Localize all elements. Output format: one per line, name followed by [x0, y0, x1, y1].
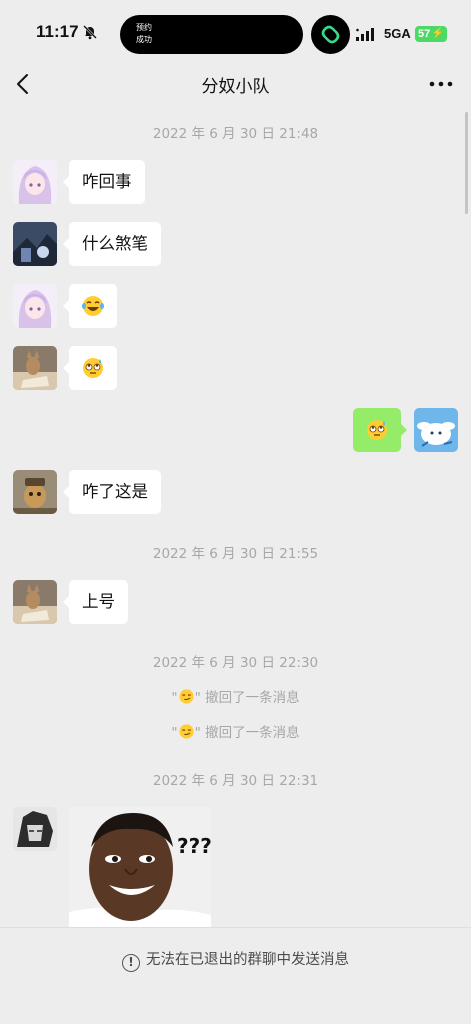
sticker-text: ??? [177, 834, 211, 858]
timestamp: 2022 年 6 月 30 日 22:31 [152, 773, 319, 789]
message-bubble[interactable]: 上号 [63, 580, 128, 624]
island-text-line1: 预约 [136, 23, 152, 32]
timestamp: 2022 年 6 月 30 日 21:48 [152, 126, 319, 142]
chat-title: 分奴小队 [201, 77, 270, 97]
footer-bar: ! 无法在已退出的群聊中发送消息 [0, 927, 471, 1024]
sweat-roll-eyes-emoji [83, 358, 103, 378]
sent-message-bubble[interactable] [353, 408, 407, 452]
avatar[interactable] [13, 580, 57, 624]
tears-of-joy-emoji [82, 296, 104, 316]
chat-area[interactable]: 2022 年 6 月 30 日 21:48 咋回事 什么煞笔 咋了这是 2022… [0, 104, 471, 927]
battery-indicator: 57 ⚡ [415, 26, 447, 42]
recall-text: 撤回了一条消息 [200, 690, 300, 706]
message-bubble[interactable]: 咋了这是 [63, 470, 161, 514]
smirk-emoji [179, 689, 194, 704]
island-app-badge[interactable] [311, 15, 350, 54]
signal-icon [356, 28, 374, 41]
avatar[interactable] [13, 160, 57, 204]
recall-notice: " " 撤回了一条消息 [171, 724, 300, 741]
message-bubble[interactable] [63, 346, 117, 390]
avatar[interactable] [13, 346, 57, 390]
timestamp: 2022 年 6 月 30 日 21:55 [152, 546, 319, 562]
sweat-roll-eyes-emoji [367, 420, 387, 440]
footer-notice-text: 无法在已退出的群聊中发送消息 [146, 952, 349, 968]
status-time: 11:17 [36, 22, 79, 41]
link-loop-icon [321, 25, 340, 44]
dynamic-island[interactable]: 预约 成功 [120, 15, 303, 54]
timestamp: 2022 年 6 月 30 日 22:30 [152, 655, 319, 671]
info-circle-icon: ! [122, 954, 140, 972]
recall-text: 撤回了一条消息 [200, 725, 300, 741]
footer-notice: ! 无法在已退出的群聊中发送消息 [0, 948, 471, 972]
battery-level: 57 [418, 28, 431, 40]
nav-bar: 分奴小队 [0, 66, 471, 104]
recall-notice: " " 撤回了一条消息 [171, 689, 300, 706]
more-dots-icon[interactable] [428, 72, 454, 96]
my-avatar[interactable] [414, 408, 458, 452]
avatar[interactable] [13, 222, 57, 266]
bell-off-icon [83, 25, 97, 40]
avatar[interactable] [13, 807, 57, 851]
island-text-line2: 成功 [136, 35, 152, 44]
avatar[interactable] [13, 284, 57, 328]
message-bubble[interactable] [63, 284, 117, 328]
chevron-left-icon[interactable] [12, 72, 36, 96]
message-bubble[interactable]: 什么煞笔 [63, 222, 161, 266]
smirk-emoji [179, 724, 194, 739]
message-bubble[interactable]: 咋回事 [63, 160, 145, 204]
network-type: 5GA [384, 26, 411, 41]
sticker-image[interactable]: ??? [69, 807, 211, 927]
charging-bolt-icon: ⚡ [431, 28, 444, 39]
avatar[interactable] [13, 470, 57, 514]
status-bar: 11:17 预约 成功 5GA 57 ⚡ [0, 0, 471, 66]
